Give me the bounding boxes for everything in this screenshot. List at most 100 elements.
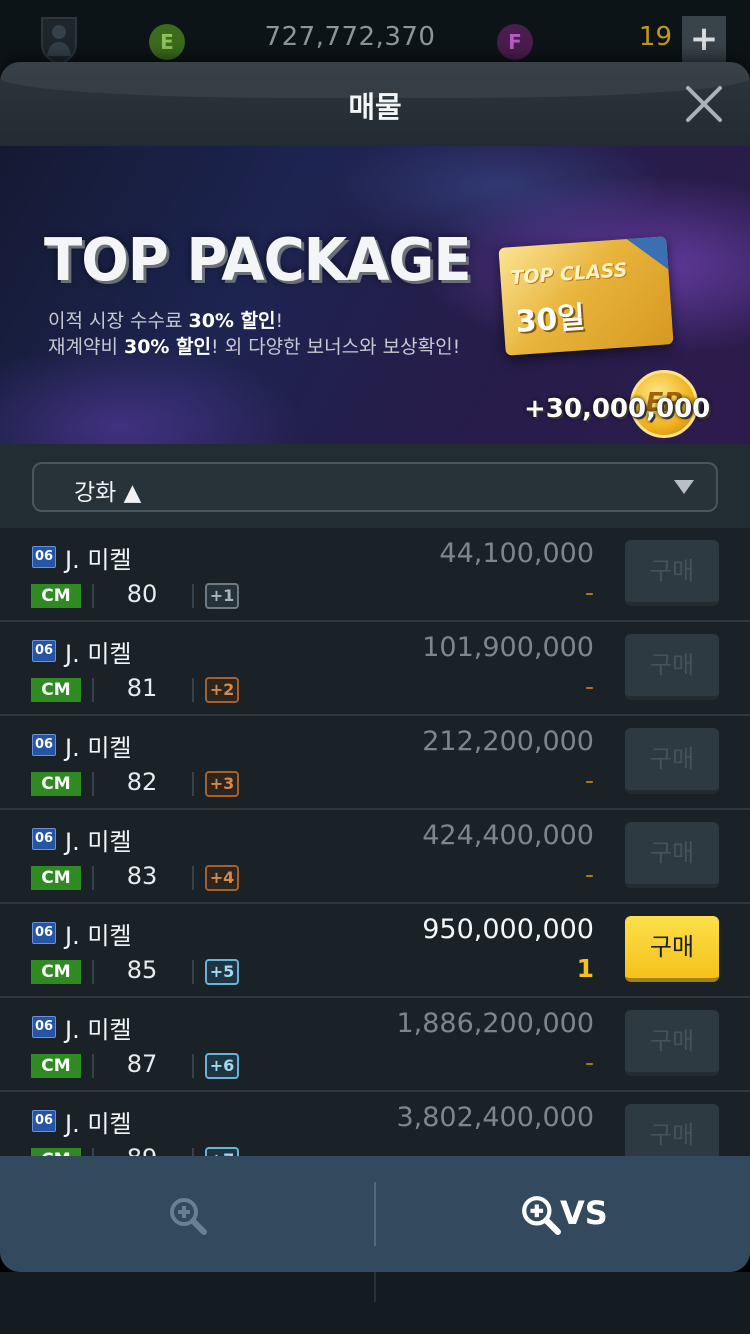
listing-price: 101,900,000 bbox=[422, 632, 594, 663]
listing-quantity: - bbox=[584, 860, 594, 889]
player-name: J. 미켈 bbox=[65, 828, 132, 856]
card-days: 30일 bbox=[514, 300, 587, 340]
player-name: J. 미켈 bbox=[65, 1110, 132, 1138]
listing-price: 212,200,000 bbox=[422, 726, 594, 757]
position-badge: CM bbox=[31, 1054, 81, 1078]
banner-text: ! 외 다양한 보너스와 보상확인! bbox=[211, 336, 461, 358]
position-badge: CM bbox=[31, 1148, 81, 1156]
overall-rating: 85 bbox=[126, 956, 158, 984]
enhance-badge: +6 bbox=[205, 1053, 239, 1079]
buy-button[interactable]: 구매 bbox=[625, 540, 719, 606]
position-badge: CM bbox=[31, 584, 81, 608]
card-amount: +30,000,000 bbox=[524, 394, 711, 424]
divider bbox=[92, 678, 94, 702]
position-badge: CM bbox=[31, 960, 81, 984]
divider bbox=[92, 772, 94, 796]
enhance-badge: +2 bbox=[205, 677, 239, 703]
manager-icon[interactable] bbox=[36, 14, 82, 66]
divider bbox=[92, 584, 94, 608]
overall-rating: 81 bbox=[126, 674, 158, 702]
listing-quantity: 1 bbox=[576, 954, 594, 983]
banner-text: ! bbox=[275, 310, 284, 332]
player-detail-button[interactable] bbox=[0, 1156, 374, 1272]
banner-highlight: 30% 할인 bbox=[123, 336, 212, 358]
zoom-in-icon bbox=[170, 1198, 207, 1235]
divider bbox=[92, 1148, 94, 1156]
listing-price: 3,802,400,000 bbox=[396, 1102, 594, 1133]
listing-quantity: - bbox=[520, 1142, 594, 1156]
close-icon[interactable] bbox=[682, 82, 726, 126]
divider bbox=[92, 1054, 94, 1078]
listing-row: 06 J. 미켈 CM 89 +7 3,802,400,000 - 구매 bbox=[0, 1092, 750, 1156]
player-name: J. 미켈 bbox=[65, 734, 132, 762]
add-currency-button[interactable]: + bbox=[682, 16, 726, 64]
overall-rating: 89 bbox=[106, 1144, 178, 1156]
listing-quantity: - bbox=[584, 766, 594, 795]
player-name: J. 미켈 bbox=[65, 546, 132, 574]
overall-rating: 80 bbox=[126, 580, 158, 608]
buy-button[interactable]: 구매 bbox=[625, 634, 719, 700]
listing-row: 06 J. 미켈 CM 85 +5 950,000,000 1 구매 bbox=[0, 904, 750, 998]
listing-list[interactable]: 06 J. 미켈 CM 80 +1 44,100,000 - 구매 06 J. … bbox=[0, 528, 750, 1156]
listing-row: 06 J. 미켈 CM 80 +1 44,100,000 - 구매 bbox=[0, 528, 750, 622]
divider bbox=[192, 1148, 194, 1156]
season-badge: 06 bbox=[32, 1110, 56, 1132]
banner-text-line1: 이적 시장 수수료 30% 할인! bbox=[48, 306, 283, 333]
enhance-badge: +5 bbox=[205, 959, 239, 985]
promo-banner[interactable]: TOP PACKAGE 이적 시장 수수료 30% 할인! 재계약비 30% 할… bbox=[0, 146, 750, 444]
buy-button[interactable]: 구매 bbox=[625, 822, 719, 888]
divider bbox=[192, 678, 194, 702]
enhance-badge: +1 bbox=[205, 583, 239, 609]
sort-area: 강화 ▲ bbox=[0, 444, 750, 528]
vs-label: VS bbox=[560, 1194, 608, 1232]
background-bottom bbox=[0, 1272, 750, 1334]
divider bbox=[192, 866, 194, 890]
sort-label: 강화 ▲ bbox=[74, 480, 142, 506]
season-badge: 06 bbox=[32, 734, 56, 756]
buy-button[interactable]: 구매 bbox=[625, 728, 719, 794]
bottom-action-bar: VS bbox=[0, 1156, 750, 1272]
sort-dropdown[interactable]: 강화 ▲ bbox=[32, 462, 718, 512]
overall-rating: 83 bbox=[126, 862, 158, 890]
listing-quantity: - bbox=[584, 672, 594, 701]
banner-highlight: 30% 할인 bbox=[188, 310, 276, 332]
banner-text-line2: 재계약비 30% 할인! 외 다양한 보너스와 보상확인! bbox=[48, 332, 460, 359]
modal-title: 매물 bbox=[348, 90, 402, 124]
buy-button[interactable]: 구매 bbox=[625, 916, 719, 982]
banner-title: TOP PACKAGE bbox=[44, 226, 472, 295]
divider bbox=[92, 960, 94, 984]
overall-rating: 87 bbox=[126, 1050, 158, 1078]
divider bbox=[192, 584, 194, 608]
listing-price: 1,886,200,000 bbox=[396, 1008, 594, 1039]
overall-rating: 82 bbox=[126, 768, 158, 796]
buy-button[interactable]: 구매 bbox=[625, 1104, 719, 1156]
listing-price: 950,000,000 bbox=[422, 914, 594, 945]
f-coin-icon: F bbox=[497, 24, 533, 60]
player-name: J. 미켈 bbox=[65, 640, 132, 668]
listing-price: 424,400,000 bbox=[422, 820, 594, 851]
divider bbox=[192, 772, 194, 796]
enhance-badge: +3 bbox=[205, 771, 239, 797]
money-amount: 727,772,370 bbox=[264, 22, 436, 52]
position-badge: CM bbox=[31, 772, 81, 796]
card-top-text: TOP CLASS bbox=[509, 259, 629, 290]
listing-quantity: - bbox=[584, 578, 594, 607]
season-badge: 06 bbox=[32, 640, 56, 662]
divider bbox=[92, 866, 94, 890]
listing-row: 06 J. 미켈 CM 81 +2 101,900,000 - 구매 bbox=[0, 622, 750, 716]
season-badge: 06 bbox=[32, 828, 56, 850]
position-badge: CM bbox=[31, 866, 81, 890]
enhance-badge: +7 bbox=[205, 1147, 239, 1156]
modal-header: 매물 bbox=[0, 62, 750, 146]
divider bbox=[192, 960, 194, 984]
banner-text: 이적 시장 수수료 bbox=[48, 310, 189, 332]
compare-vs-button[interactable]: VS bbox=[376, 1156, 750, 1272]
player-name: J. 미켈 bbox=[65, 1016, 132, 1044]
season-badge: 06 bbox=[32, 922, 56, 944]
divider bbox=[374, 1272, 376, 1302]
e-coin-icon: E bbox=[149, 24, 185, 60]
divider bbox=[192, 1054, 194, 1078]
zoom-compare-icon bbox=[522, 1196, 561, 1235]
season-badge: 06 bbox=[32, 546, 56, 568]
buy-button[interactable]: 구매 bbox=[625, 1010, 719, 1076]
